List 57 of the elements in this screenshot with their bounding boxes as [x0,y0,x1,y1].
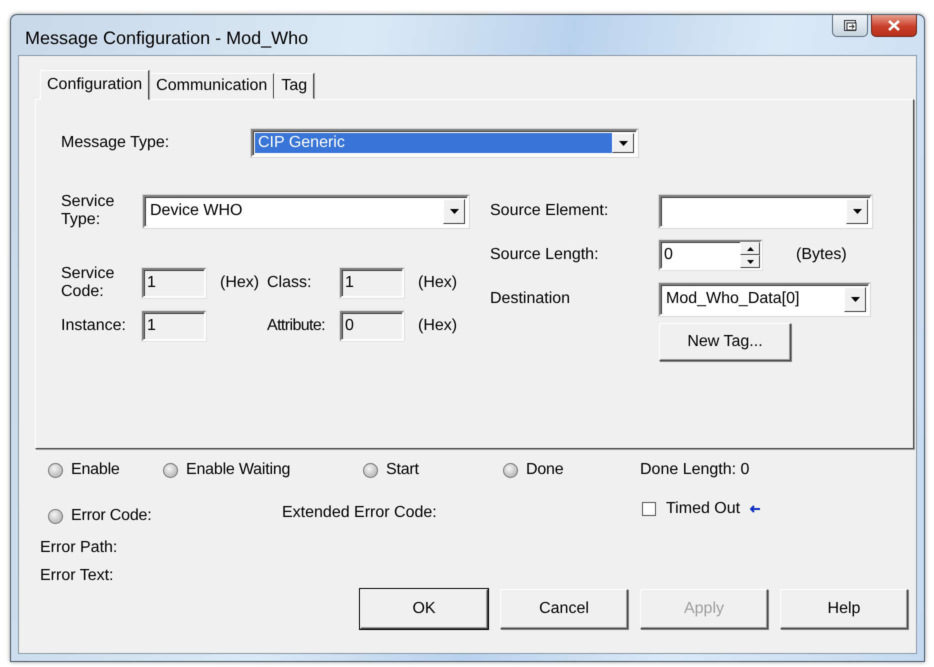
unit-label: (Hex) [219,274,260,292]
caret-icon [618,140,628,146]
field-label: Destination [490,290,572,308]
message-type-dropdown[interactable]: CIP Generic [251,129,638,157]
tab[interactable]: Configuration [40,70,150,100]
field-label: Instance: [61,317,127,335]
dropdown-button[interactable] [846,198,868,224]
window-icon [844,20,856,32]
arrow-icon [750,505,762,513]
source-element-dropdown[interactable] [659,194,872,228]
tab[interactable]: Tag [274,73,314,99]
spin-buttons[interactable] [740,242,760,268]
dropdown-button[interactable] [844,286,866,312]
unit-label: (Bytes) [796,246,848,264]
window-menu-button[interactable] [832,15,868,37]
destination-dropdown[interactable]: Mod_Who_Data[0] [659,282,870,316]
field-label: Error Text: [40,567,114,585]
field-label: Attribute: [267,317,326,335]
field-label: Service Type: [61,193,116,229]
class-field[interactable]: 1 [340,268,404,298]
field-label: Source Length: [490,246,600,264]
close-button[interactable] [871,15,917,37]
new-tag-button[interactable]: New Tag... [659,323,791,361]
field-label: Service Code: [61,265,116,301]
help-button[interactable]: Help [780,589,908,629]
field-label: Source Element: [490,202,610,220]
done-length-label: Done Length: 0 [640,461,750,479]
ok-button[interactable]: OK [360,589,488,629]
instance-field[interactable]: 1 [142,311,206,341]
down-arrow-icon [746,260,754,264]
tab[interactable]: Communication [149,73,274,99]
field-label: Message Type: [61,134,170,152]
attribute-field[interactable]: 0 [340,311,404,341]
caret-icon [850,296,860,302]
field-label: Extended Error Code: [282,504,438,522]
service-code-field[interactable]: 1 [142,268,206,298]
window-title: Message Configuration - Mod_Who [25,28,308,49]
status-label: Done [526,461,564,479]
dropdown-button[interactable] [443,198,465,224]
caret-icon [450,208,458,214]
unit-label: (Hex) [417,274,458,292]
dropdown-button[interactable] [612,133,634,153]
service-type-dropdown[interactable]: Device WHO [143,194,469,228]
cancel-button[interactable]: Cancel [500,589,628,629]
checkbox-label: Timed Out [666,500,740,518]
unit-label: (Hex) [417,317,458,335]
status-label: Start [386,461,419,479]
caret-icon [852,208,862,214]
field-label: Class: [267,274,312,292]
timed-out-checkbox[interactable] [642,502,656,516]
field-label: Error Path: [40,539,118,557]
up-arrow-icon [746,246,754,250]
close-icon [888,20,900,31]
source-length-field[interactable]: 0 [659,240,762,270]
status-label: Enable [71,461,120,479]
status-label: Enable Waiting [186,461,290,479]
status-label: Error Code: [71,507,152,525]
